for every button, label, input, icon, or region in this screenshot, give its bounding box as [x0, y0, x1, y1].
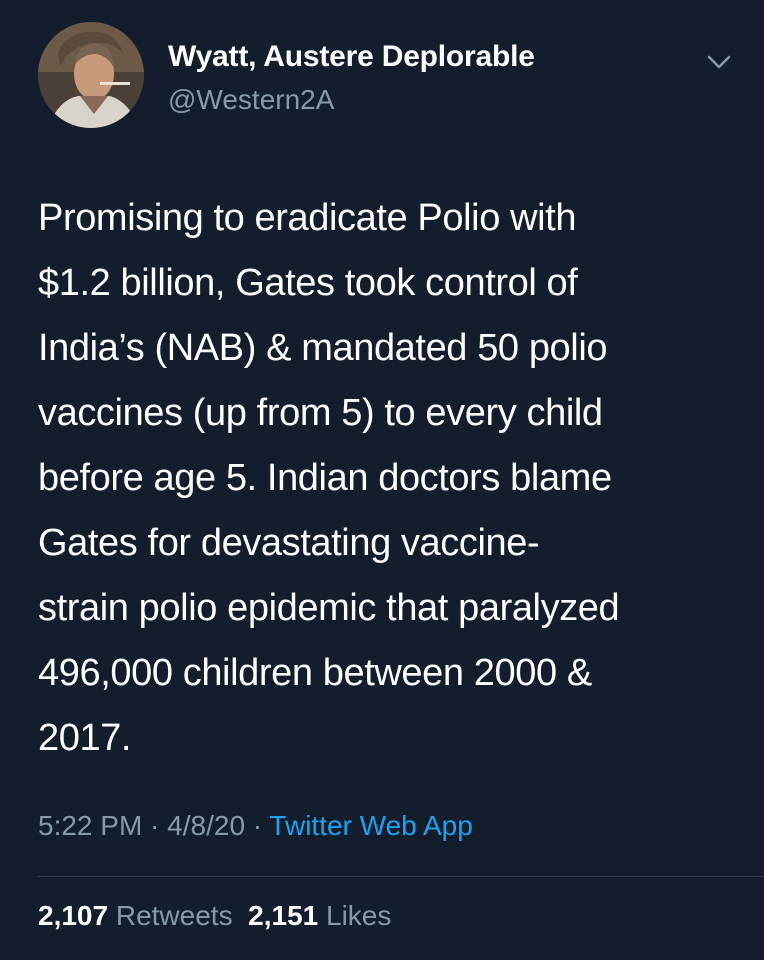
author-handle[interactable]: @Western2A: [168, 84, 334, 116]
tweet-stats: 2,107 Retweets 2,151 Likes: [38, 900, 391, 932]
meta-separator: ·: [142, 810, 168, 841]
tweet-text-line: before age 5. Indian doctors blame: [38, 457, 612, 499]
tweet-text-line: 496,000 children between 2000 &: [38, 652, 592, 694]
author-display-name[interactable]: Wyatt, Austere Deplorable: [168, 40, 535, 74]
tweet-source-link[interactable]: Twitter Web App: [269, 810, 472, 841]
likes-count: 2,151: [248, 900, 319, 931]
tweet-text-line: vaccines (up from 5) to every child: [38, 392, 603, 434]
avatar-image: [38, 22, 144, 128]
tweet-meta: 5:22 PM · 4/8/20 · Twitter Web App: [38, 810, 473, 842]
tweet-card: Wyatt, Austere Deplorable @Western2A Pro…: [0, 0, 764, 960]
tweet-time[interactable]: 5:22 PM: [38, 810, 142, 841]
tweet-text: Promising to eradicate Polio with $1.2 b…: [38, 186, 738, 771]
chevron-down-icon[interactable]: [704, 50, 734, 74]
meta-separator: ·: [245, 810, 270, 841]
likes-label: Likes: [326, 900, 392, 931]
tweet-text-line: strain polio epidemic that paralyzed: [38, 587, 620, 629]
retweets-label: Retweets: [115, 900, 233, 931]
tweet-date[interactable]: 4/8/20: [167, 810, 245, 841]
divider: [38, 876, 764, 877]
likes-stat[interactable]: 2,151 Likes: [248, 900, 391, 931]
tweet-text-line: Promising to eradicate Polio with: [38, 197, 577, 239]
tweet-text-line: India’s (NAB) & mandated 50 polio: [38, 327, 608, 369]
avatar[interactable]: [38, 22, 144, 128]
tweet-text-line: 2017.: [38, 717, 132, 759]
retweets-stat[interactable]: 2,107 Retweets: [38, 900, 233, 931]
tweet-text-line: Gates for devastating vaccine-: [38, 522, 540, 564]
retweets-count: 2,107: [38, 900, 109, 931]
tweet-text-line: $1.2 billion, Gates took control of: [38, 262, 578, 304]
